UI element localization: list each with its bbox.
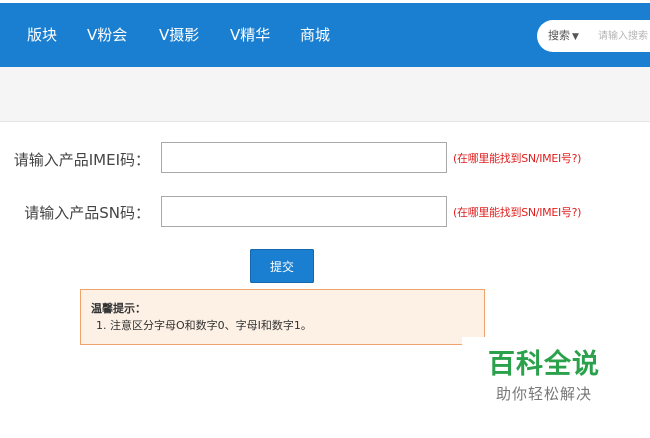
sn-input[interactable] [161,196,447,227]
submit-button[interactable]: 提交 [250,249,314,283]
nav-item-fan-club[interactable]: V粉会 [87,25,127,45]
chevron-down-icon: ▼ [572,32,579,42]
imei-label: 请输入产品IMEI码： [13,151,150,169]
sn-label: 请输入产品SN码： [24,204,150,222]
tips-box: 温馨提示： 1. 注意区分字母O和数字0、字母I和数字1。 [80,289,485,345]
nav-item-photography[interactable]: V摄影 [159,25,199,45]
nav-item-boards[interactable]: 版块 [27,25,57,45]
nav-item-featured[interactable]: V精华 [230,25,270,45]
watermark-title: 百科全说 [488,349,600,380]
search-input[interactable] [598,27,650,45]
watermark-logo: 百科全说 助你轻松解决 [462,337,626,411]
search-type-dropdown[interactable]: 搜索 ▼ [548,29,579,44]
sub-header-bar [0,67,650,122]
tips-item: 1. 注意区分字母O和数字0、字母I和数字1。 [96,319,312,332]
watermark-subtitle: 助你轻松解决 [495,385,592,403]
sn-help-link[interactable]: (在哪里能找到SN/IMEI号?) [453,206,581,220]
nav-item-mall[interactable]: 商城 [300,25,330,45]
tips-title: 温馨提示： [91,302,146,315]
imei-input[interactable] [161,142,447,173]
search-box: 搜索 ▼ [537,20,650,52]
top-navbar: 版块 V粉会 V摄影 V精华 商城 搜索 ▼ [0,3,650,67]
imei-help-link[interactable]: (在哪里能找到SN/IMEI号?) [453,152,581,166]
search-type-label: 搜索 [548,29,570,42]
